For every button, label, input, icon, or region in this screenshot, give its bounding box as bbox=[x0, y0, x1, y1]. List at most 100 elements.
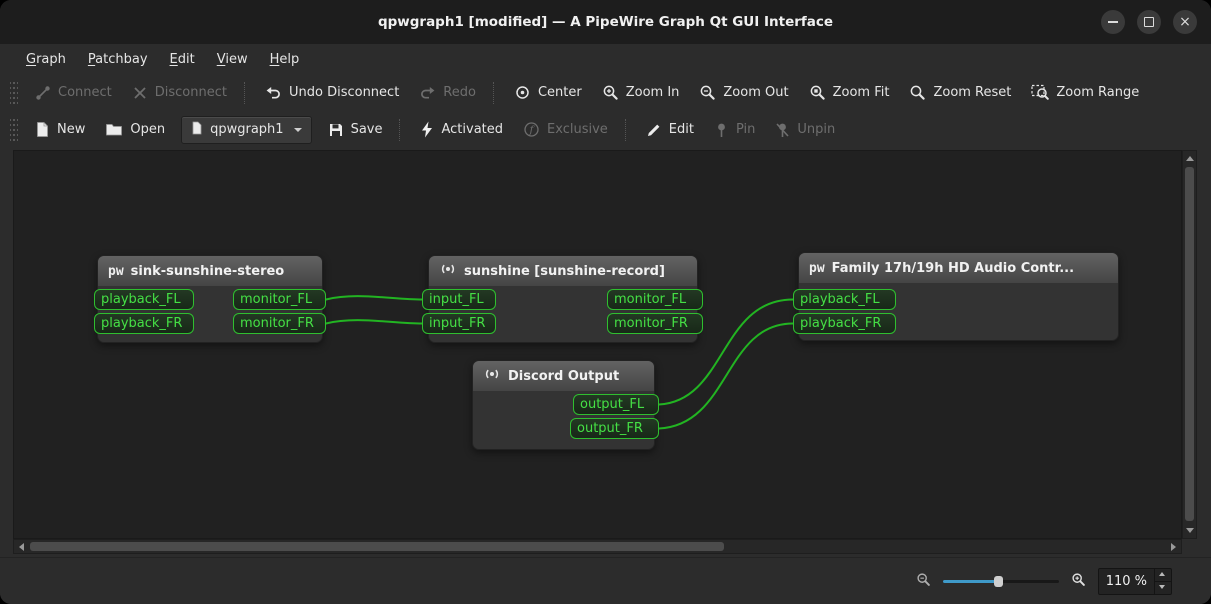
port-family-playback-fr[interactable]: playback_FR bbox=[793, 313, 896, 334]
port-sink-playback-fl[interactable]: playback_FL bbox=[94, 289, 194, 310]
pin-icon bbox=[714, 122, 729, 138]
edit-button[interactable]: Edit bbox=[637, 116, 703, 144]
new-button[interactable]: New bbox=[26, 115, 94, 144]
connections-layer bbox=[325, 295, 794, 430]
app-window: qpwgraph1 [modified] — A PipeWire Graph … bbox=[0, 0, 1211, 604]
minimize-icon bbox=[1108, 21, 1118, 23]
center-label: Center bbox=[537, 85, 582, 100]
node-title: sink-sunshine-stereo bbox=[130, 263, 285, 279]
undo-button[interactable]: Undo Disconnect bbox=[256, 79, 408, 107]
node-header[interactable]: Discord Output bbox=[473, 361, 654, 391]
disconnect-label: Disconnect bbox=[154, 85, 227, 100]
node-title: Discord Output bbox=[508, 368, 620, 384]
toolbar-separator bbox=[243, 81, 248, 104]
connection-monitorFL-inputFL[interactable] bbox=[325, 295, 423, 301]
toolbar-separator bbox=[399, 118, 403, 141]
redo-label: Redo bbox=[443, 85, 476, 100]
scroll-down-arrow[interactable] bbox=[1186, 528, 1194, 533]
session-combobox-value: qpwgraph1 bbox=[210, 122, 284, 137]
spin-down-button[interactable] bbox=[1155, 580, 1171, 594]
unpin-button: Unpin bbox=[766, 116, 844, 144]
menu-view[interactable]: View bbox=[207, 48, 258, 71]
patchbay-toolbar: New Open qpwgraph1 Save Activated f Excl… bbox=[0, 111, 1211, 149]
pin-button: Pin bbox=[705, 116, 764, 144]
connect-icon bbox=[35, 85, 51, 101]
minimize-button[interactable] bbox=[1101, 10, 1125, 34]
horizontal-scrollbar-thumb[interactable] bbox=[30, 542, 724, 551]
toolbar-drag-handle[interactable] bbox=[10, 81, 18, 104]
menu-graph[interactable]: Graph bbox=[16, 48, 76, 71]
svg-text:f: f bbox=[529, 125, 536, 136]
lightning-icon bbox=[420, 121, 434, 138]
port-discord-output-fl[interactable]: output_FL bbox=[573, 394, 659, 415]
scroll-up-arrow[interactable] bbox=[1186, 156, 1194, 161]
vertical-scrollbar[interactable] bbox=[1182, 150, 1197, 539]
exclusive-label: Exclusive bbox=[547, 122, 608, 137]
connect-label: Connect bbox=[58, 85, 112, 100]
zoom-spinbox[interactable]: 110 % bbox=[1097, 567, 1172, 595]
zoom-range-button[interactable]: Zoom Range bbox=[1022, 78, 1148, 107]
port-family-playback-fl[interactable]: playback_FL bbox=[793, 289, 896, 310]
zoom-slider-handle[interactable] bbox=[993, 576, 1003, 587]
zoom-out-mini-icon[interactable] bbox=[916, 572, 931, 591]
zoom-slider-fill bbox=[942, 580, 998, 583]
scroll-left-arrow[interactable] bbox=[19, 543, 24, 551]
zoom-in-button[interactable]: Zoom In bbox=[593, 78, 689, 107]
zoom-value[interactable]: 110 % bbox=[1099, 569, 1154, 594]
edit-label: Edit bbox=[668, 122, 694, 137]
graph-canvas[interactable]: pw sink-sunshine-stereo sunshine [sunshi… bbox=[13, 150, 1182, 539]
session-combobox[interactable]: qpwgraph1 bbox=[181, 115, 312, 144]
maximize-button[interactable] bbox=[1137, 10, 1161, 34]
menu-help[interactable]: Help bbox=[260, 48, 310, 71]
center-button[interactable]: Center bbox=[505, 78, 591, 107]
menubar: Graph Patchbay Edit View Help bbox=[0, 44, 1211, 75]
node-header[interactable]: pw sink-sunshine-stereo bbox=[98, 256, 322, 286]
menu-patchbay[interactable]: Patchbay bbox=[78, 48, 158, 71]
menu-edit[interactable]: Edit bbox=[160, 48, 205, 71]
pipewire-icon: pw bbox=[108, 263, 124, 279]
zoom-out-label: Zoom Out bbox=[723, 85, 789, 100]
activated-toggle[interactable]: Activated bbox=[411, 115, 512, 144]
node-header[interactable]: pw Family 17h/19h HD Audio Contr... bbox=[799, 253, 1118, 283]
scroll-right-arrow[interactable] bbox=[1171, 543, 1176, 551]
redo-icon bbox=[419, 85, 436, 101]
titlebar: qpwgraph1 [modified] — A PipeWire Graph … bbox=[0, 0, 1211, 45]
port-discord-output-fr[interactable]: output_FR bbox=[570, 418, 659, 439]
disconnect-icon bbox=[132, 85, 148, 101]
pencil-icon bbox=[646, 122, 662, 138]
main-area: pw sink-sunshine-stereo sunshine [sunshi… bbox=[0, 148, 1211, 557]
node-header[interactable]: sunshine [sunshine-record] bbox=[429, 256, 697, 286]
zoom-out-icon bbox=[699, 84, 716, 101]
pin-label: Pin bbox=[735, 122, 756, 137]
zoom-fit-button[interactable]: Zoom Fit bbox=[800, 78, 899, 107]
zoom-reset-button[interactable]: Zoom Reset bbox=[900, 78, 1020, 107]
vertical-scrollbar-thumb[interactable] bbox=[1185, 167, 1194, 521]
close-button[interactable]: × bbox=[1173, 10, 1197, 34]
window-title: qpwgraph1 [modified] — A PipeWire Graph … bbox=[377, 14, 834, 30]
save-button[interactable]: Save bbox=[319, 116, 392, 144]
save-label: Save bbox=[350, 122, 383, 137]
unpin-icon bbox=[775, 122, 790, 138]
exclusive-toggle: f Exclusive bbox=[514, 115, 617, 144]
spinbox-buttons bbox=[1154, 568, 1171, 594]
port-sunshine-input-fl[interactable]: input_FL bbox=[422, 289, 496, 310]
spin-up-button[interactable] bbox=[1155, 569, 1171, 581]
connection-monitorFR-inputFR[interactable] bbox=[325, 319, 423, 325]
port-sink-monitor-fr[interactable]: monitor_FR bbox=[233, 313, 326, 334]
port-sunshine-monitor-fl[interactable]: monitor_FL bbox=[607, 289, 703, 310]
audio-record-icon bbox=[483, 366, 501, 386]
zoom-reset-icon bbox=[909, 84, 926, 101]
session-file-icon bbox=[191, 121, 203, 139]
port-sink-playback-fr[interactable]: playback_FR bbox=[94, 313, 194, 334]
horizontal-scrollbar[interactable] bbox=[13, 539, 1182, 554]
port-sunshine-input-fr[interactable]: input_FR bbox=[422, 313, 496, 334]
port-sunshine-monitor-fr[interactable]: monitor_FR bbox=[607, 313, 703, 334]
open-button[interactable]: Open bbox=[96, 116, 174, 143]
zoom-in-mini-icon[interactable] bbox=[1071, 572, 1086, 591]
zoom-slider[interactable] bbox=[942, 573, 1059, 589]
port-sink-monitor-fl[interactable]: monitor_FL bbox=[233, 289, 326, 310]
save-icon bbox=[328, 122, 344, 138]
node-title: sunshine [sunshine-record] bbox=[464, 263, 665, 279]
toolbar-drag-handle[interactable] bbox=[10, 118, 18, 141]
zoom-out-button[interactable]: Zoom Out bbox=[690, 78, 797, 107]
